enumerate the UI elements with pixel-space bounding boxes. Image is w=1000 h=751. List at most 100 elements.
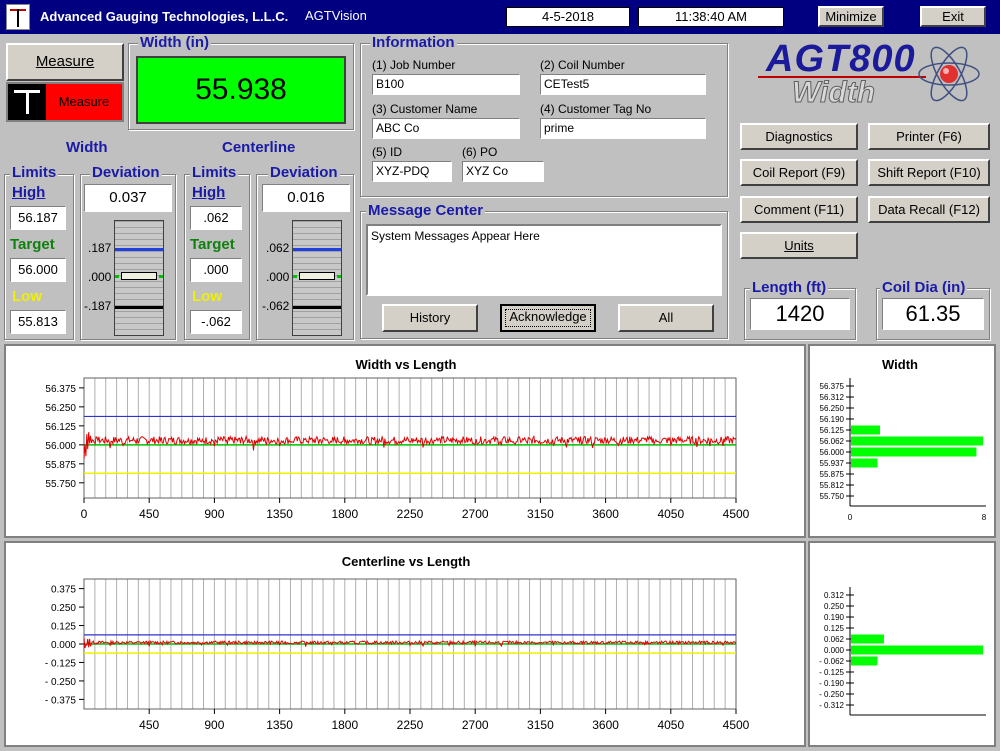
centerline-target-label: Target [190, 236, 235, 253]
x-tick-label: 1800 [331, 507, 358, 521]
x-tick-label: 1350 [266, 718, 293, 732]
measure-t-icon [8, 84, 46, 120]
y-tick-label: 55.875 [45, 460, 76, 471]
x-tick-label: 2250 [397, 718, 424, 732]
histogram-tick-label: 56.375 [820, 382, 845, 391]
histogram-tick-label: 55.937 [820, 459, 845, 468]
histogram-x-tick: 0 [848, 513, 853, 522]
width-deviation-value: 0.037 [84, 184, 172, 212]
id-field[interactable]: XYZ-PDQ [372, 161, 452, 182]
histogram-bar [851, 634, 884, 644]
coil-report-button[interactable]: Coil Report (F9) [740, 159, 858, 186]
logo-line2: Width [791, 76, 876, 110]
customer-tag-field[interactable]: prime [540, 118, 706, 139]
width-low-value[interactable]: 55.813 [10, 310, 66, 334]
width-limits-title: Limits [10, 164, 59, 181]
y-tick-label: 0.000 [51, 640, 76, 651]
customer-name-label: (3) Customer Name [372, 102, 478, 116]
histogram-tick-label: 55.812 [820, 481, 845, 490]
x-tick-label: 3600 [592, 507, 619, 521]
histogram-tick-label: 55.875 [820, 470, 845, 479]
x-tick-label: 900 [204, 718, 224, 732]
chart-title: Centerline vs Length [342, 554, 471, 569]
histogram-tick-label: - 0.312 [819, 701, 844, 710]
x-tick-label: 3150 [527, 718, 554, 732]
message-text-area[interactable]: System Messages Appear Here [366, 224, 722, 296]
acknowledge-button[interactable]: Acknowledge [500, 304, 596, 332]
po-field[interactable]: XYZ Co [462, 161, 544, 182]
x-tick-label: 3600 [592, 718, 619, 732]
data-recall-button[interactable]: Data Recall (F12) [868, 196, 990, 223]
printer-button[interactable]: Printer (F6) [868, 123, 990, 150]
width-high-value[interactable]: 56.187 [10, 206, 66, 230]
width-value: 55.938 [136, 56, 346, 124]
centerline-target-value[interactable]: .000 [190, 258, 242, 282]
customer-tag-label: (4) Customer Tag No [540, 102, 652, 116]
coil-dia-value: 61.35 [882, 298, 984, 330]
width-target-value[interactable]: 56.000 [10, 258, 66, 282]
coil-dia-title: Coil Dia (in) [880, 279, 968, 296]
customer-name-field[interactable]: ABC Co [372, 118, 520, 139]
histogram-bar [851, 458, 878, 468]
x-tick-label: 0 [81, 507, 88, 521]
information-title: Information [370, 34, 457, 51]
centerline-limits-title: Limits [190, 164, 239, 181]
y-tick-label: - 0.125 [45, 658, 77, 669]
width-vs-length-chart: Width vs Length 56.375 56.250 56.125 56.000 5… [45, 357, 749, 521]
centerline-gauge-tick-high: .062 [266, 241, 290, 255]
y-tick-label: 0.375 [51, 585, 76, 596]
x-tick-label: 2700 [462, 718, 489, 732]
y-tick-label: - 0.250 [45, 677, 77, 688]
centerline-histogram-panel: 0.312 0.250 0.190 0.125 0.062 0.000 - 0.062 - 0… [808, 541, 996, 747]
job-number-label: (1) Job Number [372, 58, 456, 72]
logo-line1: AGT800 [766, 38, 916, 80]
width-histogram-panel: Width 56.375 56.312 56.250 56.190 56.125 56.06… [808, 344, 996, 538]
histogram-x-tick: 8 [982, 513, 987, 522]
po-label: (6) PO [462, 145, 498, 159]
coil-number-field[interactable]: CETest5 [540, 74, 706, 95]
shift-report-button[interactable]: Shift Report (F10) [868, 159, 990, 186]
history-button[interactable]: History [382, 304, 478, 332]
minimize-button[interactable]: Minimize [818, 6, 884, 27]
id-label: (5) ID [372, 145, 402, 159]
width-low-label: Low [12, 288, 42, 305]
comment-button[interactable]: Comment (F11) [740, 196, 858, 223]
job-number-field[interactable]: B100 [372, 74, 520, 95]
histogram-tick-label: 0.000 [824, 646, 845, 655]
x-tick-label: 3150 [527, 507, 554, 521]
width-gauge-tick-low: -.187 [84, 299, 112, 313]
histogram-bar [851, 447, 977, 457]
histogram-bar [851, 645, 983, 655]
y-tick-label: 56.000 [45, 441, 76, 452]
measure-button[interactable]: Measure [6, 43, 124, 81]
centerline-low-value[interactable]: -.062 [190, 310, 242, 334]
time-display: 11:38:40 AM [638, 7, 784, 27]
title-bar: Advanced Gauging Technologies, L.L.C. AG… [0, 0, 1000, 34]
x-tick-label: 2250 [397, 507, 424, 521]
width-high-label: High [12, 184, 46, 201]
date-display: 4-5-2018 [506, 7, 630, 27]
histogram-tick-label: 55.750 [820, 492, 845, 501]
exit-button[interactable]: Exit [920, 6, 986, 27]
diagnostics-button[interactable]: Diagnostics [740, 123, 858, 150]
agt800-logo: AGT800 Width [752, 38, 992, 114]
histogram-tick-label: 0.125 [824, 624, 845, 633]
units-button[interactable]: Units [740, 232, 858, 259]
centerline-deviation-gauge [292, 220, 342, 336]
chart-title: Width vs Length [356, 357, 457, 372]
histogram-tick-label: - 0.250 [819, 690, 844, 699]
measure-status-label: Measure [46, 84, 122, 120]
width-deviation-title: Deviation [90, 164, 162, 181]
histogram-tick-label: 56.312 [820, 393, 845, 402]
histogram-tick-label: 0.250 [824, 602, 845, 611]
centerline-high-value[interactable]: .062 [190, 206, 242, 230]
y-tick-label: 0.125 [51, 622, 76, 633]
x-tick-label: 450 [139, 718, 159, 732]
histogram-tick-label: - 0.125 [819, 668, 844, 677]
all-button[interactable]: All [618, 304, 714, 332]
atom-icon [918, 46, 980, 102]
histogram-tick-label: 56.000 [820, 448, 845, 457]
histogram-tick-label: 56.190 [820, 415, 845, 424]
x-tick-label: 4050 [657, 507, 684, 521]
x-tick-label: 2700 [462, 507, 489, 521]
